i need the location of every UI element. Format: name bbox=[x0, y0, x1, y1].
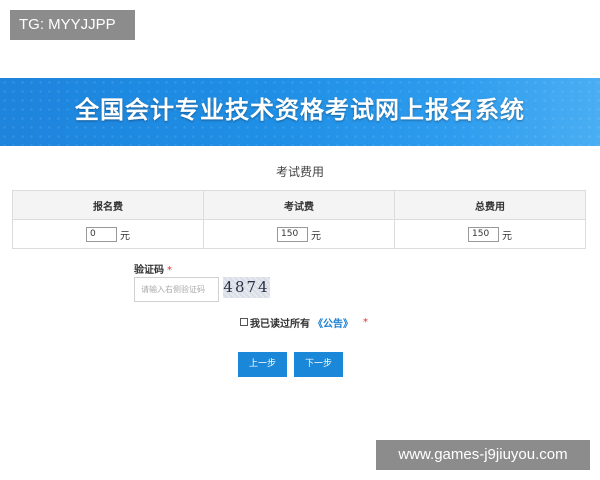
agreement-required-mark: * bbox=[363, 316, 368, 328]
fee-table: 报名费 考试费 总费用 元 元 元 bbox=[12, 190, 586, 249]
fee-header-total: 总费用 bbox=[394, 190, 586, 220]
captcha-required-mark: * bbox=[167, 265, 172, 276]
registration-fee-input[interactable] bbox=[86, 226, 117, 242]
agreement-text: 我已读过所有 bbox=[250, 318, 310, 330]
captcha-label-text: 验证码 bbox=[134, 265, 164, 276]
agreement-checkbox[interactable] bbox=[240, 318, 248, 326]
fee-cell-total: 元 bbox=[394, 219, 586, 249]
notice-link[interactable]: 《公告》 bbox=[313, 315, 353, 330]
fee-table-header-row: 报名费 考试费 总费用 bbox=[12, 190, 586, 220]
captcha-label: 验证码 * bbox=[134, 261, 172, 276]
total-fee-input[interactable] bbox=[468, 226, 499, 242]
next-step-button[interactable]: 下一步 bbox=[294, 352, 343, 377]
page: TG: MYYJJPP 全国会计专业技术资格考试网上报名系统 考试费用 报名费 … bbox=[0, 0, 600, 480]
watermark-top: TG: MYYJJPP bbox=[10, 10, 135, 40]
registration-fee-unit: 元 bbox=[120, 230, 130, 242]
total-fee-unit: 元 bbox=[502, 230, 512, 242]
agreement-row: 我已读过所有 《公告》 * bbox=[240, 315, 368, 330]
fee-header-registration: 报名费 bbox=[12, 190, 204, 220]
fee-cell-exam: 元 bbox=[203, 219, 395, 249]
exam-fee-input[interactable] bbox=[277, 226, 308, 242]
prev-step-button[interactable]: 上一步 bbox=[238, 352, 287, 377]
exam-fee-unit: 元 bbox=[311, 230, 321, 242]
banner-title: 全国会计专业技术资格考试网上报名系统 bbox=[75, 96, 525, 124]
captcha-input[interactable] bbox=[134, 277, 219, 302]
fee-cell-registration: 元 bbox=[12, 219, 204, 249]
header-banner: 全国会计专业技术资格考试网上报名系统 bbox=[0, 78, 600, 146]
watermark-bottom: www.games-j9jiuyou.com bbox=[376, 440, 590, 470]
fee-table-value-row: 元 元 元 bbox=[12, 219, 586, 249]
captcha-image[interactable]: 4874 bbox=[223, 277, 270, 298]
fee-section-title: 考试费用 bbox=[275, 165, 324, 179]
fee-header-exam: 考试费 bbox=[203, 190, 395, 220]
